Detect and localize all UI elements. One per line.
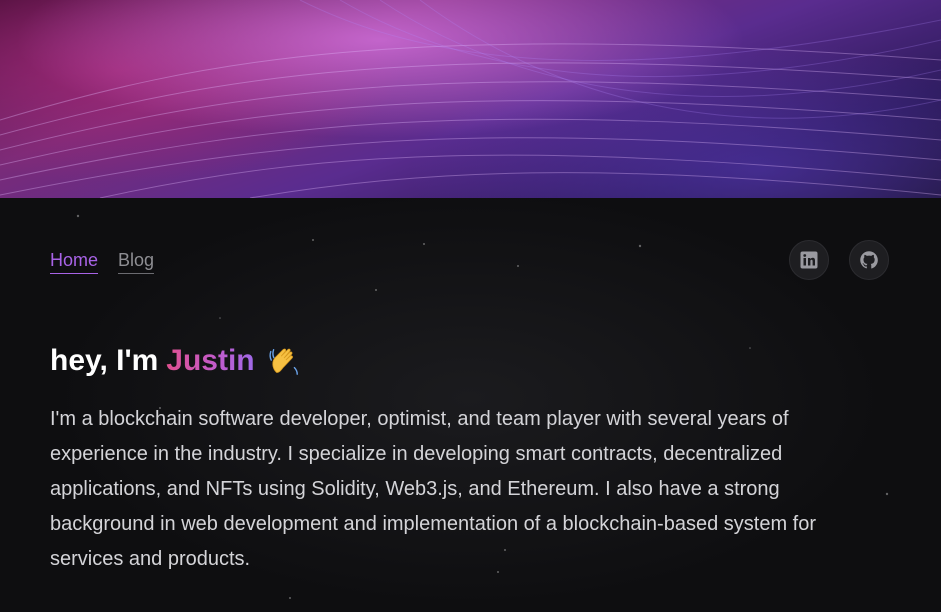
intro-heading: hey, I'm Justin <box>50 344 301 378</box>
social-links <box>789 240 889 280</box>
github-button[interactable] <box>849 240 889 280</box>
linkedin-icon <box>800 251 818 269</box>
nav-blog-link[interactable]: Blog <box>118 250 155 274</box>
github-icon <box>860 251 878 269</box>
bio-paragraph: I'm a blockchain software developer, opt… <box>50 408 816 570</box>
waving-hand-icon <box>269 348 298 376</box>
nav-home-link[interactable]: Home <box>50 250 99 274</box>
main-nav: Home Blog <box>50 250 155 274</box>
greeting-text: hey, I'm <box>50 344 159 378</box>
hero-wave-lines <box>0 0 941 198</box>
hero-banner-image <box>0 0 941 198</box>
name-text: Justin <box>166 344 255 378</box>
linkedin-button[interactable] <box>789 240 829 280</box>
